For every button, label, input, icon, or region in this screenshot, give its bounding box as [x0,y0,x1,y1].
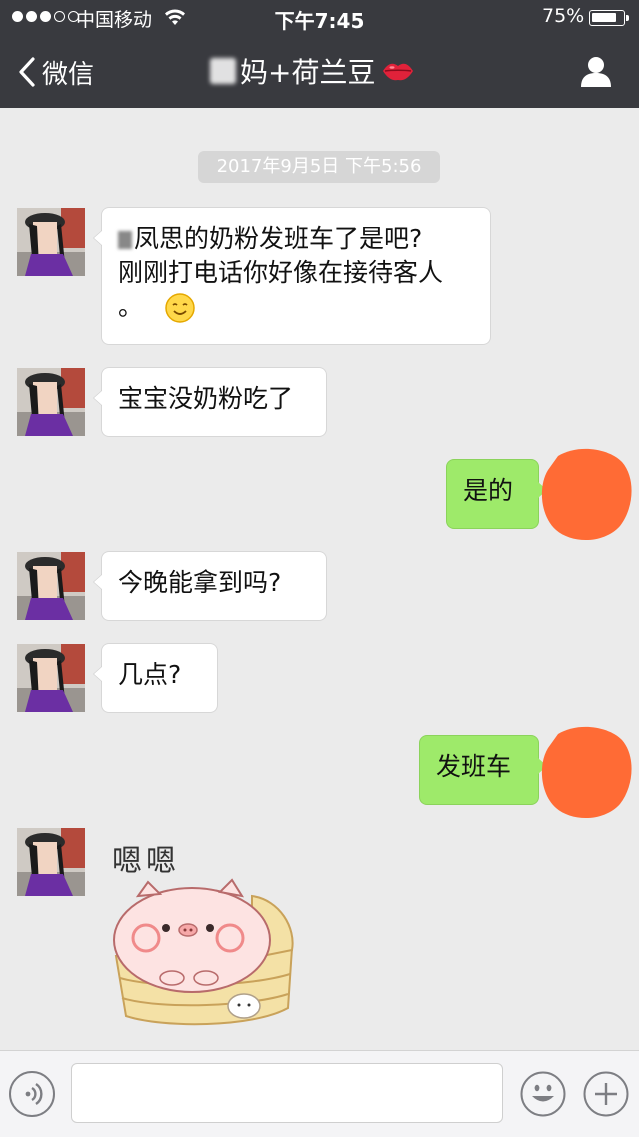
message-text: 宝宝没奶粉吃了 [118,384,294,413]
contact-avatar[interactable] [17,208,85,276]
contact-avatar[interactable] [17,552,85,620]
chat-title-group: 妈+荷兰豆 [210,48,415,94]
message-line: 刚刚打电话你好像在接待客人 [118,258,444,287]
contact-avatar[interactable] [17,828,85,896]
message-text: 几点? [118,660,182,689]
contact-avatar[interactable] [17,644,85,712]
message-bubble-sent[interactable]: 是的 [447,460,547,528]
smile-emoji-icon [165,293,195,323]
message-bubble-sent[interactable]: 发班车 [420,736,547,804]
battery-percent: 75% [542,5,585,27]
censor-mark [118,231,132,249]
message-bubble-received[interactable]: 凤思的奶粉发班车了是吧? 刚刚打电话你好像在接待客人 。 [93,208,490,344]
avatar-photo [17,208,85,276]
avatar-photo [17,552,85,620]
input-bar [0,1050,639,1137]
back-label: 微信 [42,59,95,90]
status-bar: 中国移动 下午7:45 75% [0,0,639,36]
message-bubble-received[interactable]: 今晚能拿到吗? [93,552,326,620]
message-line: 。 [118,292,144,321]
message-bubble-received[interactable]: 宝宝没奶粉吃了 [93,368,326,436]
chevron-left-icon [19,57,35,87]
chat-title: 妈+荷兰豆 [240,56,376,89]
lips-icon [383,63,414,81]
emoji-button[interactable] [520,1071,566,1117]
avatar-photo [17,644,85,712]
message-input[interactable] [71,1063,503,1123]
message-text: 今晚能拿到吗? [118,568,282,597]
message-line: 凤思的奶粉发班车了是吧? [134,224,423,253]
message-timestamp: 2017年9月5日 下午5:56 [198,151,440,183]
pig-sticker-icon [113,878,294,1026]
battery-icon [589,10,629,26]
sticker-message[interactable]: 嗯嗯 [102,828,302,1028]
avatar-photo [17,828,85,896]
sticker-caption: 嗯嗯 [112,844,180,879]
avatar-photo [17,368,85,436]
voice-input-button[interactable] [9,1071,55,1117]
message-text: 是的 [463,476,514,505]
back-button[interactable]: 微信 [18,52,94,92]
message-text: 发班车 [436,752,512,781]
contact-info-icon[interactable] [578,54,614,88]
censor-mark [210,58,236,84]
my-avatar[interactable] [538,724,634,820]
top-bar: 中国移动 下午7:45 75% 微信 妈+荷兰豆 [0,0,639,108]
more-actions-button[interactable] [583,1071,629,1117]
my-avatar[interactable] [538,446,634,542]
message-bubble-received[interactable]: 几点? [93,644,217,712]
voice-icon [25,1083,43,1105]
contact-avatar[interactable] [17,368,85,436]
